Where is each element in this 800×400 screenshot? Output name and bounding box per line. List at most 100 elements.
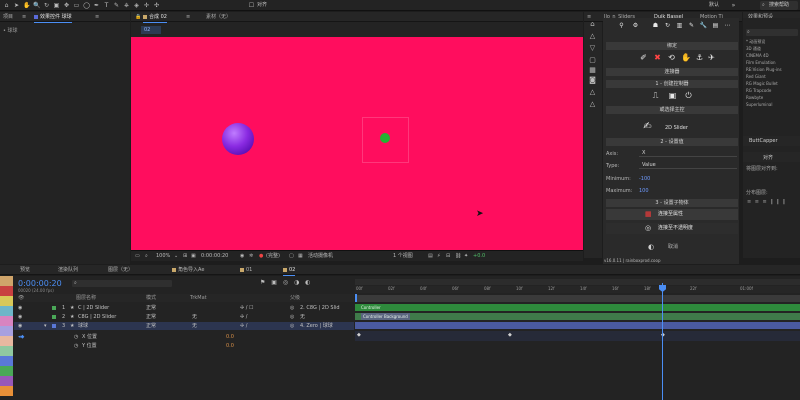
fx-item[interactable]: Red Giant bbox=[746, 74, 766, 80]
expand-chevron-icon[interactable]: ▾ bbox=[44, 322, 47, 330]
keyframe-nav-icon[interactable]: ◂◆ bbox=[18, 333, 24, 341]
table-row-selected[interactable]: ◉ ▾ 3 ★ 球球 正常 无 ✢ / ◎ 4. Zero | 球球 bbox=[14, 322, 354, 330]
refresh-icon[interactable]: ↻ bbox=[663, 21, 672, 30]
tab-char-import[interactable]: 角色导入Ae bbox=[172, 267, 204, 273]
power-icon[interactable]: ⏻ bbox=[684, 91, 693, 100]
layer-name[interactable]: C8G | 2D Slider bbox=[78, 313, 116, 321]
tab-menu-icon[interactable]: ≡ bbox=[22, 14, 26, 20]
section-pick-master[interactable]: 或选择主控 bbox=[606, 106, 738, 114]
spline-icon[interactable]: ⟲ bbox=[667, 53, 676, 62]
tab-preview[interactable]: 预览 bbox=[20, 267, 30, 273]
keyframe-icon[interactable]: ◆ bbox=[508, 332, 512, 338]
layer-bar-controller[interactable]: Controller bbox=[355, 304, 800, 311]
tab-comp-01[interactable]: 01 bbox=[240, 267, 252, 273]
box-controller-icon[interactable]: ▣ bbox=[668, 91, 677, 100]
magnify-icon[interactable]: ⌕ bbox=[145, 253, 148, 260]
tab-menu-icon-2[interactable]: ≡ bbox=[95, 14, 99, 20]
camera-snapshot-icon[interactable]: ◉ bbox=[240, 253, 244, 260]
switch-icons[interactable]: ✢ / ☐ bbox=[240, 304, 254, 312]
search-help-field[interactable]: ⌕ 搜索帮助 bbox=[760, 1, 798, 10]
constraint-icon[interactable]: ⚓ bbox=[695, 53, 704, 62]
section-set-value[interactable]: 2 - 设置值 bbox=[606, 138, 738, 146]
align-tab[interactable]: 对齐 bbox=[743, 152, 800, 162]
layer-trkmat[interactable]: 无 bbox=[192, 322, 197, 330]
parent-pickwhip-icon[interactable]: ◎ bbox=[290, 313, 294, 321]
pen-tool-icon[interactable]: ✒ bbox=[93, 2, 100, 9]
section-create-controller[interactable]: 1 - 创建控制器 bbox=[606, 80, 738, 88]
safe-area-icon[interactable]: ▣ bbox=[191, 253, 196, 260]
layer-bar-controller-bg[interactable]: Controller Background bbox=[355, 313, 800, 320]
quality-select[interactable]: (完整) bbox=[266, 253, 280, 260]
layer-name[interactable]: 球球 bbox=[78, 322, 88, 330]
tab-comp-02[interactable]: 02 bbox=[283, 267, 296, 276]
home-icon[interactable]: ⌂ bbox=[3, 2, 10, 9]
timeline-timecode[interactable]: 0:00:00:20 bbox=[18, 279, 62, 288]
zoom-select[interactable]: 100% bbox=[156, 253, 170, 260]
tab-composition[interactable]: 合成 02 bbox=[143, 14, 167, 23]
tab-menu-icon-3[interactable]: ≡ bbox=[186, 14, 190, 20]
text-tool-icon[interactable]: T bbox=[103, 2, 110, 9]
ik-icon[interactable]: ✖ bbox=[653, 53, 662, 62]
stopwatch-icon[interactable]: ◷ bbox=[74, 342, 78, 350]
fx-item[interactable]: RG Magic Bullet bbox=[746, 81, 778, 87]
fx-item[interactable]: Superluminal bbox=[746, 102, 772, 108]
wrench-icon-2[interactable]: 🔧 bbox=[699, 21, 708, 30]
timeline-switch-icons[interactable]: ⚑ ▣ ◎ ◑ ◐ bbox=[260, 279, 312, 286]
bone-icon[interactable]: ✐ bbox=[639, 53, 648, 62]
transparency-grid-icon[interactable]: ▦ bbox=[298, 253, 303, 260]
x-position-value[interactable]: 0.0 bbox=[226, 333, 234, 341]
layout-icon[interactable]: ▤ bbox=[428, 253, 433, 260]
layer-parent[interactable]: 无 bbox=[300, 313, 305, 321]
minimum-value[interactable]: -100 bbox=[639, 176, 650, 182]
fast-preview-icon[interactable]: ⚡ bbox=[437, 253, 441, 260]
table-row[interactable]: ◉ 2 ★ C8G | 2D Slider 正常 无 ✢ / ◎ 无 bbox=[14, 313, 354, 321]
property-row[interactable]: ◷ Y 位置 0.0 bbox=[14, 342, 354, 350]
grid-icon[interactable]: ⊞ bbox=[183, 253, 187, 260]
cancel-label[interactable]: 取消 bbox=[668, 244, 678, 250]
label-color-chip[interactable] bbox=[52, 306, 56, 310]
triangle-up-icon-3[interactable]: △ bbox=[588, 100, 597, 108]
fx-item[interactable]: * 动画预设 bbox=[746, 39, 765, 45]
camera-icon[interactable]: ◙ bbox=[588, 76, 597, 84]
tab-layer[interactable]: 图层（无） bbox=[108, 267, 133, 273]
puppet-icon[interactable]: ☗ bbox=[651, 21, 660, 30]
camera-select[interactable]: 活动摄像机 bbox=[308, 253, 333, 260]
type-select[interactable]: Value bbox=[639, 161, 737, 169]
roto-tool-icon[interactable]: ✢ bbox=[143, 2, 150, 9]
triangle-up-icon-2[interactable]: △ bbox=[588, 88, 597, 96]
fx-search-input[interactable]: ⌕ bbox=[746, 29, 798, 36]
tab-project[interactable]: 项目 bbox=[3, 14, 13, 20]
timeline-icon[interactable]: ⊟ bbox=[446, 253, 450, 260]
reset-exposure-icon[interactable]: ✦ bbox=[464, 253, 468, 260]
flowchart-icon[interactable]: ⛓ bbox=[455, 253, 461, 260]
snap-checkbox-icon[interactable]: ☐ bbox=[248, 2, 255, 9]
workspace-label[interactable]: 默认 bbox=[709, 2, 719, 9]
bar-chart-icon[interactable]: ▥ bbox=[675, 21, 684, 30]
purple-sphere[interactable] bbox=[222, 123, 254, 155]
section-set-child[interactable]: 3 - 设置子物体 bbox=[606, 199, 738, 207]
tab-menu-icon-4[interactable]: ≡ bbox=[587, 14, 591, 20]
color-channel-icon[interactable]: ✲ bbox=[249, 253, 253, 260]
switch-icons[interactable]: ✢ / bbox=[240, 313, 247, 321]
fx-item[interactable]: 3D 通道 bbox=[746, 46, 761, 52]
property-row[interactable]: ◂◆ ◷ X 位置 0.0 bbox=[14, 333, 354, 341]
wrench-icon[interactable]: ✎ bbox=[687, 21, 696, 30]
layer-parent[interactable]: 4. Zero | 球球 bbox=[300, 322, 333, 330]
pan-behind-icon[interactable]: ✥ bbox=[63, 2, 70, 9]
cancel-icon[interactable]: ◐ bbox=[648, 243, 654, 251]
axis-select[interactable]: X bbox=[639, 149, 737, 157]
green-controller-dot[interactable] bbox=[380, 133, 390, 143]
lock-icon[interactable]: 🔒 bbox=[135, 14, 141, 20]
comp-chip[interactable]: 02 bbox=[141, 26, 161, 34]
ellipse-tool-icon[interactable]: ◯ bbox=[83, 2, 90, 9]
fx-item[interactable]: RE:Vision Plug-ins bbox=[746, 67, 782, 73]
exposure-value[interactable]: +0.0 bbox=[473, 253, 485, 260]
pin-icon[interactable]: ✈ bbox=[707, 53, 716, 62]
slider-icon[interactable]: ⎍ bbox=[651, 91, 660, 100]
fx-item[interactable]: RG Trapcode bbox=[746, 88, 771, 94]
visibility-eye-icon[interactable]: ◉ bbox=[18, 313, 22, 321]
parent-pickwhip-icon[interactable]: ◎ bbox=[290, 304, 294, 312]
layer-parent[interactable]: 2. C8G | 2D Slid bbox=[300, 304, 340, 312]
tab-effect-controls[interactable]: 效果控件 球球 bbox=[34, 14, 72, 23]
link-icon[interactable]: ⚲ bbox=[617, 21, 626, 30]
